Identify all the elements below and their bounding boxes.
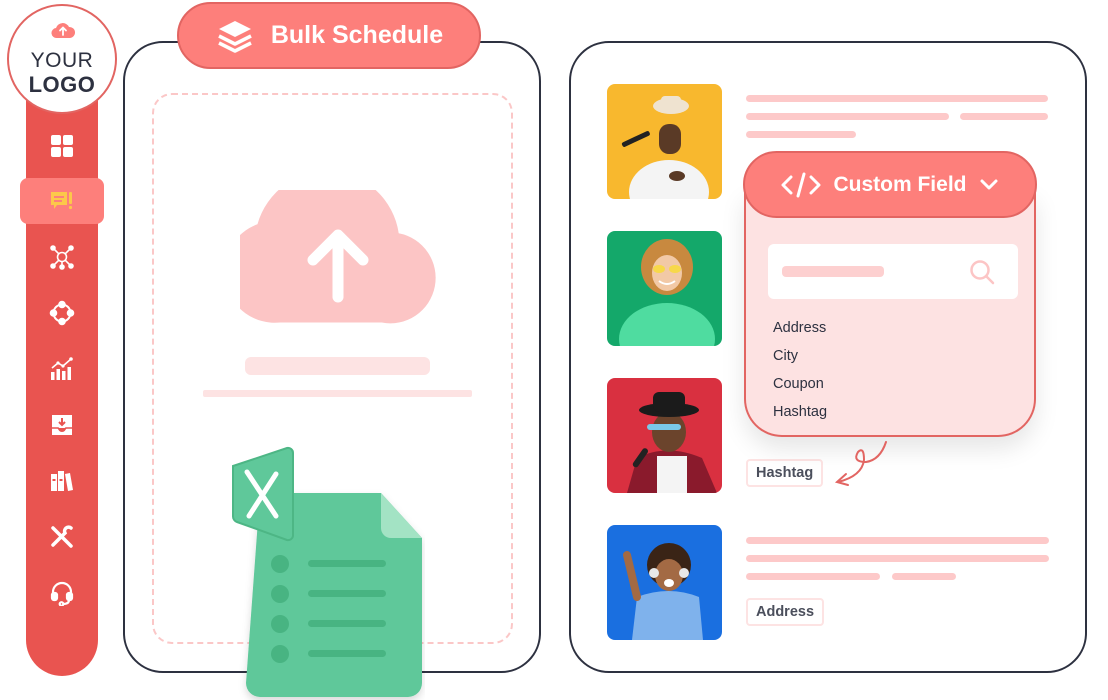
search-placeholder [782, 266, 884, 277]
post-text-placeholder [746, 555, 1049, 562]
upload-hint-placeholder [203, 390, 472, 397]
sidebar-item-support[interactable] [20, 570, 104, 616]
post-avatar [607, 378, 722, 493]
sidebar-item-posts[interactable] [20, 178, 104, 224]
sidebar-item-library[interactable] [20, 458, 104, 504]
custom-field-button[interactable]: Custom Field [743, 151, 1037, 218]
dashboard-grid-icon [51, 135, 73, 157]
hashtag-tag[interactable]: Hashtag [746, 459, 824, 487]
sidebar-item-dashboard[interactable] [20, 123, 104, 169]
woman-headphones-photo [607, 525, 722, 640]
man-black-hat-photo [607, 378, 722, 493]
post-avatar [607, 525, 722, 640]
custom-field-option-hashtag[interactable]: Hashtag [773, 404, 827, 420]
bulk-schedule-button[interactable]: Bulk Schedule [177, 2, 481, 69]
excel-file-icon [232, 446, 422, 697]
post-text-placeholder [746, 537, 1049, 544]
layers-icon [218, 20, 252, 53]
tools-icon [51, 525, 73, 548]
singer-hat-photo [607, 84, 722, 199]
logo-text-your: YOUR [30, 49, 94, 72]
connected-nodes-icon [49, 300, 75, 326]
headset-support-icon [50, 581, 74, 606]
cloud-upload-icon [240, 190, 436, 324]
post-text-placeholder [746, 131, 856, 138]
logo[interactable]: YOUR LOGO [7, 4, 117, 114]
bulk-schedule-label: Bulk Schedule [270, 21, 444, 49]
custom-field-dropdown [744, 190, 1036, 437]
custom-field-search-input[interactable] [768, 244, 1018, 299]
analytics-chart-icon [51, 357, 73, 380]
post-avatar [607, 84, 722, 199]
sidebar-item-connections[interactable] [20, 290, 104, 336]
library-books-icon [51, 471, 73, 491]
chat-alert-icon [51, 192, 73, 210]
curved-arrow-icon [834, 441, 887, 486]
post-text-placeholder [746, 573, 880, 580]
sidebar-item-network[interactable] [20, 234, 104, 280]
address-tag[interactable]: Address [746, 598, 825, 626]
post-avatar [607, 231, 722, 346]
search-icon [970, 260, 995, 285]
custom-field-option-address[interactable]: Address [773, 320, 826, 336]
woman-sunglasses-photo [607, 231, 722, 346]
code-icon [781, 172, 821, 197]
custom-field-option-city[interactable]: City [773, 348, 798, 364]
network-hub-icon [50, 245, 74, 270]
post-text-placeholder [746, 113, 949, 120]
custom-field-label: Custom Field [833, 172, 967, 196]
sidebar-item-analytics[interactable] [20, 346, 104, 392]
inbox-download-icon [52, 415, 72, 435]
sidebar-item-inbox[interactable] [20, 402, 104, 448]
custom-field-option-coupon[interactable]: Coupon [773, 376, 824, 392]
post-text-placeholder [960, 113, 1048, 120]
upload-label-placeholder [245, 357, 430, 375]
sidebar-item-tools[interactable] [20, 514, 104, 560]
chevron-down-icon [980, 179, 997, 189]
cloud-upload-icon [51, 23, 75, 39]
post-text-placeholder [746, 95, 1048, 102]
logo-text-logo: LOGO [28, 72, 96, 97]
post-text-placeholder [892, 573, 956, 580]
